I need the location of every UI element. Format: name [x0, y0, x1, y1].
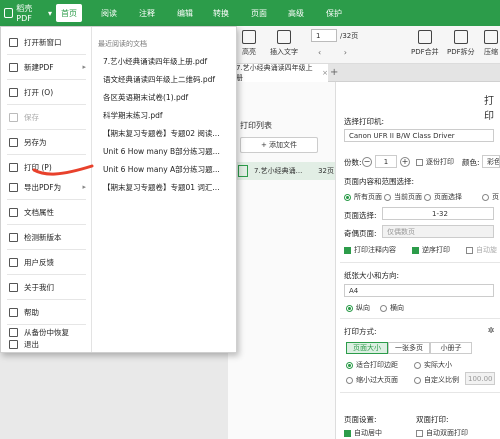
- annotation-stroke: [32, 164, 94, 176]
